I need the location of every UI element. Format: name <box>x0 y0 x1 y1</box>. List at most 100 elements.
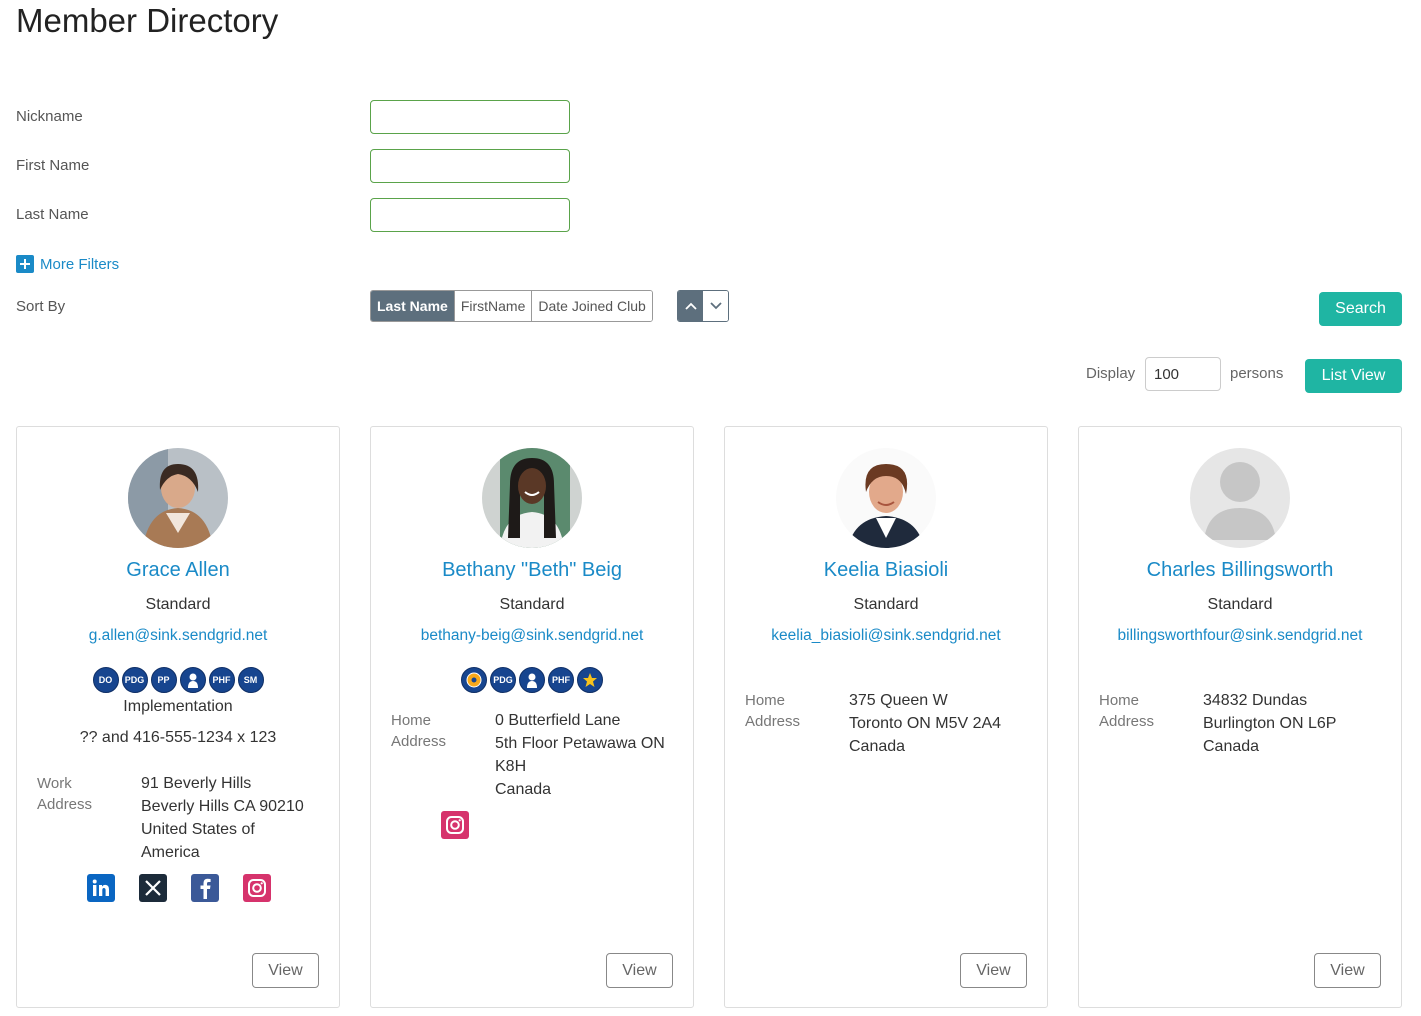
star-icon <box>577 667 603 693</box>
address-line: Burlington ON L6P <box>1203 715 1337 732</box>
social-links <box>87 874 271 902</box>
view-button[interactable]: View <box>606 953 673 988</box>
address-word: Address <box>745 713 801 730</box>
sort-ascending-button[interactable] <box>678 291 703 321</box>
sort-last-name-button[interactable]: Last Name <box>371 291 455 321</box>
member-name[interactable]: Bethany "Beth" Beig <box>371 559 693 582</box>
list-view-button[interactable]: List View <box>1305 359 1402 393</box>
address-value: 34832 Dundas Burlington ON L6P Canada <box>1203 689 1383 758</box>
plus-icon <box>16 255 34 273</box>
address-type: Home <box>1099 692 1140 709</box>
social-links <box>441 811 469 839</box>
member-type: Standard <box>145 596 211 613</box>
pdg-badge: PDG <box>490 667 516 693</box>
member-classification: Implementation <box>123 698 233 715</box>
address-word: Address <box>391 733 447 750</box>
member-email[interactable]: keelia_biasioli@sink.sendgrid.net <box>725 627 1047 645</box>
address-type: Home <box>745 692 786 709</box>
last-name-label: Last Name <box>16 206 89 223</box>
display-label: Display <box>1086 365 1136 382</box>
sort-descending-button[interactable] <box>703 291 728 321</box>
address-value: 375 Queen W Toronto ON M5V 2A4 Canada <box>849 689 1029 758</box>
facebook-icon[interactable] <box>191 874 219 902</box>
nickname-input[interactable] <box>370 100 570 134</box>
first-name-input[interactable] <box>370 149 570 183</box>
sort-date-joined-button[interactable]: Date Joined Club <box>532 291 652 321</box>
phf-badge: PHF <box>548 667 574 693</box>
address-value: 0 Butterfield Lane 5th Floor Petawawa ON… <box>495 709 675 801</box>
sort-options: Last Name FirstName Date Joined Club <box>370 290 653 322</box>
view-button[interactable]: View <box>252 953 319 988</box>
sort-first-name-button[interactable]: FirstName <box>454 291 533 321</box>
sort-by-label: Sort By <box>16 298 66 315</box>
pdg-badge: PDG <box>121 667 148 693</box>
member-name[interactable]: Grace Allen <box>17 559 339 582</box>
rotary-wheel-icon <box>461 667 487 693</box>
member-email[interactable]: billingsworthfour@sink.sendgrid.net <box>1079 627 1401 645</box>
address-label: Home Address <box>1099 690 1189 732</box>
chevron-up-icon <box>684 302 697 310</box>
address-label: Work Address <box>37 773 127 815</box>
avatar <box>836 448 936 548</box>
member-card: Charles Billingsworth Standard billingsw… <box>1078 426 1402 1008</box>
address-word: Address <box>1099 713 1155 730</box>
last-name-input[interactable] <box>370 198 570 232</box>
avatar-placeholder <box>1190 448 1290 548</box>
instagram-icon[interactable] <box>441 811 469 839</box>
member-type: Standard <box>853 596 919 613</box>
address-line: America <box>141 844 200 861</box>
persons-label: persons <box>1230 365 1284 382</box>
address-line: 0 Butterfield Lane <box>495 712 621 729</box>
phf-badge: PHF <box>208 667 235 693</box>
instagram-icon[interactable] <box>243 874 271 902</box>
pp-badge: PP <box>150 667 177 693</box>
address-line: United States of <box>141 821 255 838</box>
member-email[interactable]: g.allen@sink.sendgrid.net <box>17 627 339 645</box>
avatar <box>482 448 582 548</box>
address-line: Beverly Hills CA 90210 <box>141 798 304 815</box>
search-button[interactable]: Search <box>1319 292 1402 326</box>
address-line: Toronto ON M5V 2A4 <box>849 715 1002 732</box>
sort-direction <box>677 290 729 322</box>
address-type: Work <box>37 775 72 792</box>
member-name[interactable]: Charles Billingsworth <box>1079 559 1401 582</box>
address-word: Address <box>37 796 93 813</box>
address-line: 375 Queen W <box>849 692 948 709</box>
display-count-input[interactable] <box>1145 357 1221 391</box>
page-title: Member Directory <box>16 2 279 39</box>
member-type: Standard <box>499 596 565 613</box>
chevron-down-icon <box>709 302 722 310</box>
first-name-label: First Name <box>16 157 90 174</box>
sm-badge: SM <box>237 667 264 693</box>
address-label: Home Address <box>745 690 835 732</box>
member-name[interactable]: Keelia Biasioli <box>725 559 1047 582</box>
nickname-label: Nickname <box>16 108 83 125</box>
badge-row: PDG PHF <box>371 667 693 693</box>
address-line: K8H <box>495 758 527 775</box>
address-line: Canada <box>495 781 552 798</box>
address-line: 5th Floor Petawawa ON <box>495 735 665 752</box>
member-phone: ?? and 416-555-1234 x 123 <box>79 729 277 746</box>
do-badge: DO <box>92 667 119 693</box>
more-filters-link[interactable]: More Filters <box>16 255 119 273</box>
person-icon <box>179 667 206 693</box>
address-type: Home <box>391 712 432 729</box>
linkedin-icon[interactable] <box>87 874 115 902</box>
address-line: 34832 Dundas <box>1203 692 1308 709</box>
address-line: Canada <box>1203 738 1260 755</box>
view-button[interactable]: View <box>960 953 1027 988</box>
avatar <box>128 448 228 548</box>
member-email[interactable]: bethany-beig@sink.sendgrid.net <box>371 627 693 645</box>
member-card: Grace Allen Standard g.allen@sink.sendgr… <box>16 426 340 1008</box>
badge-row: DO PDG PP PHF SM <box>17 667 339 693</box>
address-line: Canada <box>849 738 906 755</box>
address-value: 91 Beverly Hills Beverly Hills CA 90210 … <box>141 772 321 864</box>
address-line: 91 Beverly Hills <box>141 775 252 792</box>
member-card: Keelia Biasioli Standard keelia_biasioli… <box>724 426 1048 1008</box>
x-icon[interactable] <box>139 874 167 902</box>
view-button[interactable]: View <box>1314 953 1381 988</box>
person-icon <box>519 667 545 693</box>
more-filters-label: More Filters <box>40 255 120 273</box>
address-label: Home Address <box>391 710 481 752</box>
member-card: Bethany "Beth" Beig Standard bethany-bei… <box>370 426 694 1008</box>
